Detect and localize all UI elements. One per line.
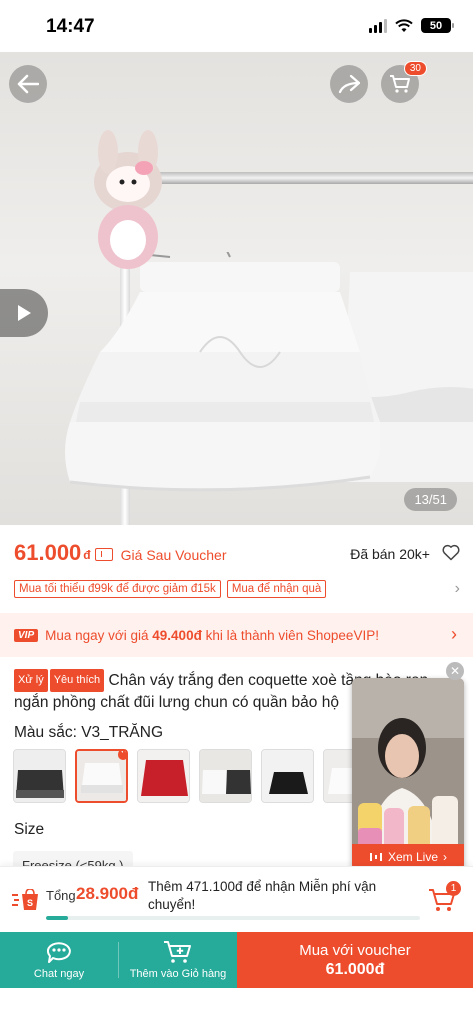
- swatch-option-selected[interactable]: [75, 749, 128, 803]
- price-note: Giá Sau Voucher: [120, 546, 227, 563]
- swatch-option[interactable]: [13, 749, 66, 803]
- watch-live-label: Xem Live: [387, 850, 439, 864]
- play-icon: [18, 305, 31, 321]
- free-shipping-progress-fill: [46, 916, 69, 920]
- vip-text: Mua ngay với giá 49.400đ khi là thành vi…: [45, 627, 379, 643]
- swatch-option[interactable]: [137, 749, 190, 803]
- add-to-cart-button[interactable]: Thêm vào Giỏ hàng: [119, 932, 237, 988]
- buy-with-voucher-button[interactable]: Mua với voucher 61.000đ: [237, 932, 473, 988]
- promo-tag[interactable]: Mua để nhận quà: [226, 580, 327, 598]
- cart-badge: 1: [446, 881, 461, 896]
- live-stream-window[interactable]: Xem Live ›: [352, 678, 464, 870]
- buy-price: 61.000đ: [325, 960, 385, 978]
- chevron-right-icon: ›: [443, 850, 448, 864]
- close-live-button[interactable]: ✕: [446, 662, 464, 680]
- image-counter: 13/51: [404, 488, 457, 511]
- bottom-action-bar: Chat ngay Thêm vào Giỏ hàng Mua với vouc…: [0, 932, 473, 988]
- heart-icon[interactable]: [442, 544, 460, 561]
- promo-tag[interactable]: Mua tối thiểu đ99k để được giảm đ15k: [14, 580, 221, 598]
- play-video-button[interactable]: [0, 289, 48, 337]
- chat-now-button[interactable]: Chat ngay: [0, 932, 118, 988]
- free-shipping-bar[interactable]: S Tổng 28.900đ Thêm 471.100đ để nhận Miễ…: [0, 866, 473, 932]
- price-value: 61.000: [14, 540, 82, 565]
- free-shipping-message: Thêm 471.100đ để nhận Miễn phí vận chuyể…: [148, 879, 377, 912]
- svg-text:S: S: [27, 898, 33, 908]
- sold-count: Đã bán 20k+: [350, 546, 430, 562]
- cart-count-badge: 30: [403, 61, 427, 76]
- swatch-option[interactable]: [199, 749, 252, 803]
- chevron-right-icon: ›: [451, 624, 457, 644]
- product-image[interactable]: [0, 52, 473, 525]
- cart-icon: [390, 75, 410, 93]
- status-icons: 50: [369, 18, 454, 33]
- bottom-left-actions: Chat ngay Thêm vào Giỏ hàng: [0, 932, 237, 988]
- badge-xu-ly: Xử lý: [14, 669, 48, 692]
- color-label: Màu sắc: V3_TRĂNG: [14, 724, 164, 741]
- free-shipping-progress: [46, 916, 420, 920]
- image-plush-toy: [94, 130, 162, 269]
- promo-tags[interactable]: Mua tối thiểu đ99k để được giảm đ15k Mua…: [14, 578, 460, 600]
- buy-label: Mua với voucher: [299, 941, 411, 959]
- battery-icon: 50: [421, 18, 454, 33]
- size-label: Size: [14, 821, 45, 838]
- swatch-option[interactable]: [261, 749, 314, 803]
- wifi-icon: [395, 18, 413, 32]
- cart-button[interactable]: 30: [381, 61, 427, 103]
- live-stream-video: [352, 678, 464, 870]
- vip-logo: VIP: [14, 628, 39, 642]
- total-value: 28.900đ: [76, 884, 139, 903]
- share-button[interactable]: [330, 65, 368, 103]
- arrow-left-icon: [17, 74, 39, 94]
- chat-now-label: Chat ngay: [33, 968, 85, 980]
- close-icon: ✕: [449, 664, 461, 678]
- image-skirt-front: [65, 252, 380, 492]
- chat-icon: [46, 942, 71, 963]
- fire-icon: [118, 751, 126, 760]
- chevron-right-icon: ›: [454, 580, 460, 597]
- signal-icon: [369, 18, 387, 33]
- back-button[interactable]: [9, 65, 47, 103]
- share-icon: [338, 74, 360, 94]
- shopee-bag-icon: S: [12, 889, 38, 910]
- total-label: Tổng: [46, 888, 76, 903]
- add-to-cart-label: Thêm vào Giỏ hàng: [129, 968, 227, 980]
- price-row: 61.000 đ Giá Sau Voucher Đã bán 20k+: [14, 538, 460, 568]
- voucher-icon: [94, 548, 113, 561]
- vip-banner[interactable]: VIP Mua ngay với giá 49.400đ khi là thàn…: [0, 613, 473, 657]
- badge-favorite: Yêu thích: [49, 669, 105, 692]
- status-time: 14:47: [46, 16, 95, 37]
- add-cart-icon: [164, 941, 191, 963]
- live-icon: [369, 853, 382, 861]
- status-bar: 14:47 50: [0, 0, 473, 52]
- price-currency: đ: [83, 548, 91, 562]
